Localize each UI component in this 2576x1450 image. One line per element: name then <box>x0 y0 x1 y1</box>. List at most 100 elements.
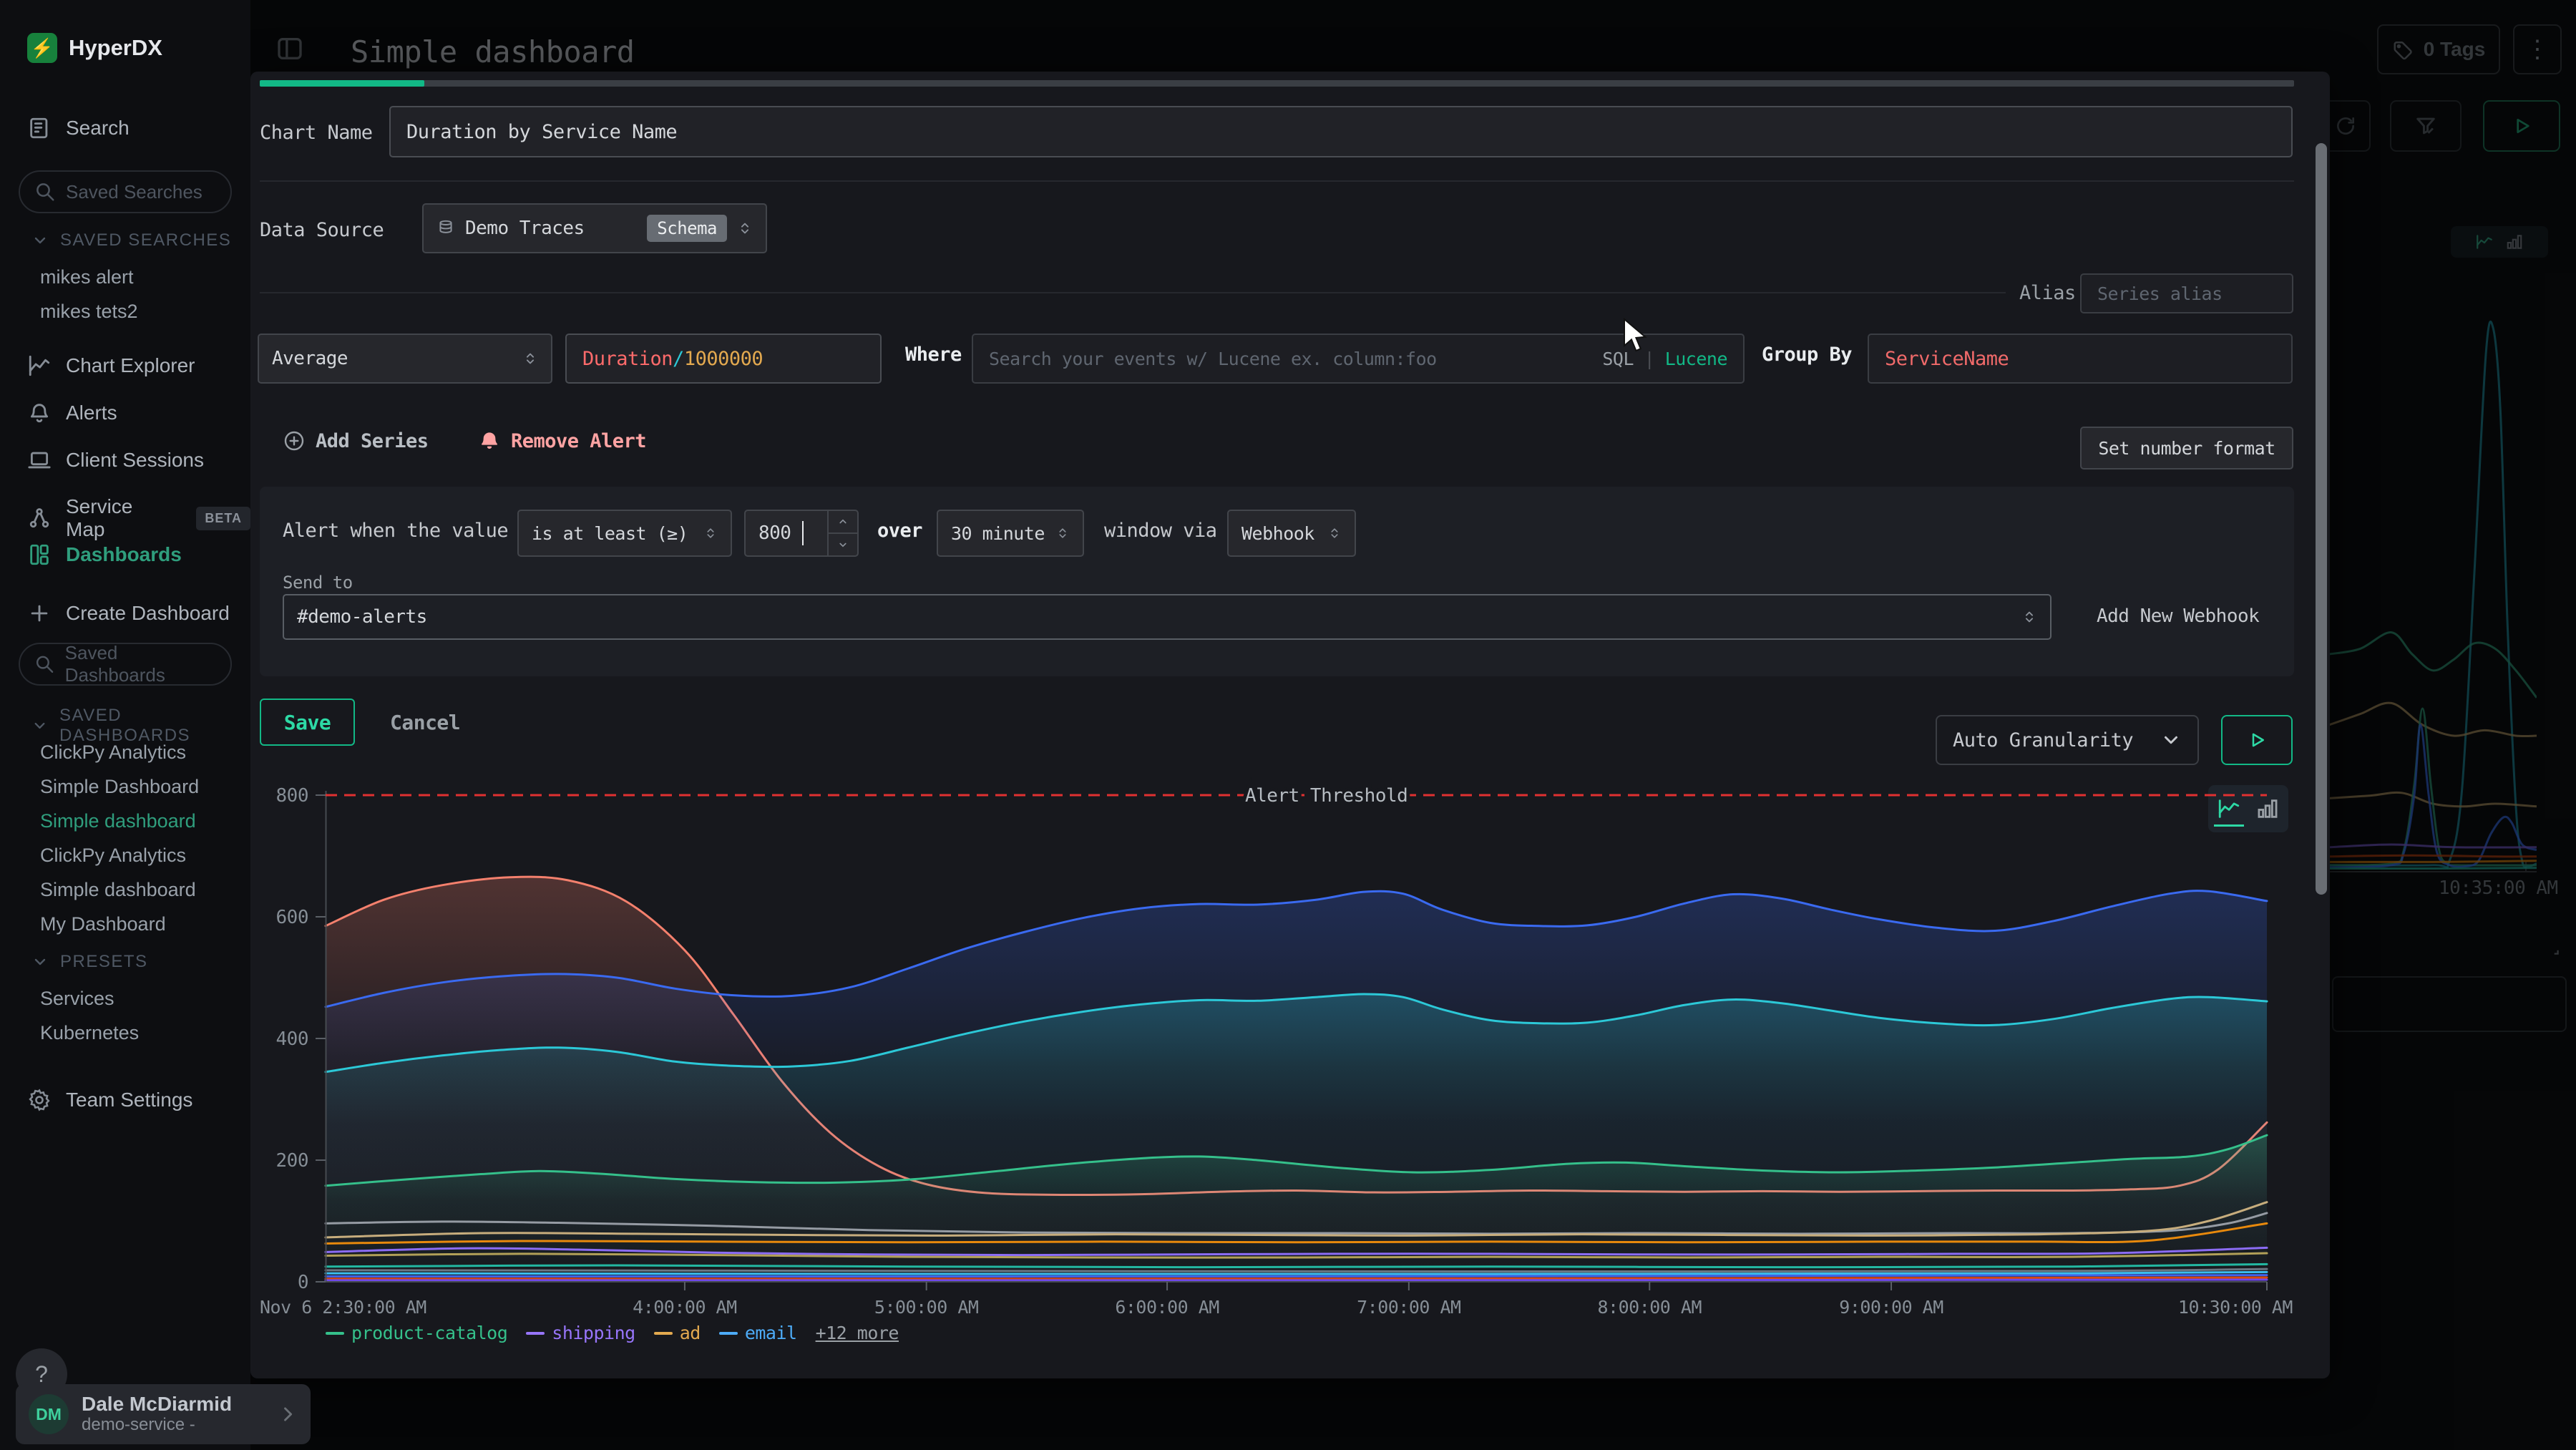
aggregation-value: Average <box>272 348 348 369</box>
set-number-format-button[interactable]: Set number format <box>2080 427 2293 469</box>
aggregation-select[interactable]: Average <box>258 334 552 384</box>
plus-icon <box>27 601 52 626</box>
dashboard-item[interactable]: Simple Dashboard <box>40 776 199 798</box>
svg-text:7:00:00 AM: 7:00:00 AM <box>1357 1297 1461 1318</box>
svg-text:600: 600 <box>276 907 308 928</box>
group-by-label: Group By <box>1762 344 1852 366</box>
schema-badge: Schema <box>647 215 727 242</box>
alert-channel-select[interactable]: Webhook <box>1227 510 1356 557</box>
dashboard-item[interactable]: ClickPy Analytics <box>40 741 186 764</box>
dashboard-item[interactable]: My Dashboard <box>40 913 166 935</box>
saved-search-item[interactable]: mikes alert <box>40 266 134 288</box>
save-button[interactable]: Save <box>260 699 355 746</box>
selector-icon <box>1055 526 1070 540</box>
add-series-button[interactable]: Add Series <box>283 429 429 452</box>
duration-chart[interactable]: 0200400600800Nov 6 2:30:00 AM4:00:00 AM5… <box>326 785 2267 1286</box>
chart-legend[interactable]: product-catalog shipping ad email +12 more <box>326 1323 899 1343</box>
chevron-down-icon <box>31 232 49 249</box>
field-token: / <box>673 348 684 370</box>
alert-via-label: window via <box>1104 520 1217 542</box>
chevron-up-icon[interactable] <box>836 515 849 528</box>
webhook-select[interactable]: #demo-alerts <box>283 594 2051 640</box>
saved-searches-input[interactable]: Saved Searches <box>19 170 232 213</box>
sidebar-item-alerts[interactable]: Alerts <box>27 401 117 425</box>
alert-prefix: Alert when the value <box>283 520 508 542</box>
granularity-select[interactable]: Auto Granularity <box>1936 715 2199 765</box>
sidebar-item-label: Chart Explorer <box>66 354 195 377</box>
query-language-toggle[interactable]: SQL | Lucene <box>1602 349 1727 369</box>
data-source-label: Data Source <box>260 219 384 241</box>
logo[interactable]: ⚡ HyperDX <box>27 33 162 63</box>
sidebar-item-client-sessions[interactable]: Client Sessions <box>27 448 204 472</box>
svg-text:6:00:00 AM: 6:00:00 AM <box>1115 1297 1219 1318</box>
alert-threshold-input[interactable]: 800 <box>744 510 859 557</box>
legend-label: email <box>745 1323 797 1343</box>
cancel-button[interactable]: Cancel <box>390 699 460 746</box>
legend-swatch <box>654 1332 673 1335</box>
legend-label: +12 more <box>816 1323 899 1343</box>
laptop-icon <box>27 448 52 472</box>
field-expression-value: Duration/1000000 <box>582 348 763 370</box>
selector-icon <box>2021 609 2037 625</box>
selector-icon <box>737 220 753 236</box>
dashboard-item[interactable]: ClickPy Analytics <box>40 845 186 867</box>
remove-alert-button[interactable]: Remove Alert <box>478 429 646 452</box>
add-series-label: Add Series <box>316 430 429 452</box>
divider <box>260 180 2294 182</box>
alert-condition-select[interactable]: is at least (≥) <box>517 510 732 557</box>
modal-scrollbar[interactable] <box>2316 143 2327 895</box>
saved-searches-heading[interactable]: SAVED SEARCHES <box>31 230 231 250</box>
alert-window-select[interactable]: 30 minute <box>937 510 1084 557</box>
data-source-select[interactable]: Demo Traces Schema <box>422 203 767 253</box>
remove-alert-label: Remove Alert <box>511 430 646 452</box>
sidebar-item-label: Search <box>66 117 130 140</box>
presets-heading[interactable]: PRESETS <box>31 952 148 972</box>
dashboard-item-active[interactable]: Simple dashboard <box>40 810 196 832</box>
progress-bar <box>260 80 2294 87</box>
alert-over-label: over <box>877 520 922 542</box>
chevron-down-icon[interactable] <box>836 538 849 551</box>
saved-dashboards-input[interactable]: Saved Dashboards <box>19 643 232 686</box>
run-chart-button[interactable] <box>2221 715 2293 765</box>
progress-bar-fill <box>260 80 424 87</box>
sidebar-item-search[interactable]: Search <box>27 116 130 140</box>
sidebar-item-dashboards[interactable]: Dashboards <box>27 542 182 567</box>
saved-searches-heading-label: SAVED SEARCHES <box>60 230 231 250</box>
sidebar-item-label: Client Sessions <box>66 449 204 472</box>
webhook-value: #demo-alerts <box>297 606 427 628</box>
sidebar-item-team-settings[interactable]: Team Settings <box>27 1088 192 1112</box>
legend-item[interactable]: email <box>719 1323 797 1343</box>
legend-item[interactable]: +12 more <box>816 1323 899 1343</box>
user-card[interactable]: DM Dale McDiarmid demo-service - <box>16 1384 311 1444</box>
saved-dashboards-heading[interactable]: SAVED DASHBOARDS <box>31 706 250 746</box>
lucene-toggle[interactable]: Lucene <box>1665 349 1727 369</box>
legend-swatch <box>526 1332 545 1335</box>
data-source-value: Demo Traces <box>465 218 585 239</box>
preset-item[interactable]: Kubernetes <box>40 1022 139 1044</box>
user-subtitle: demo-service - <box>82 1415 232 1435</box>
sidebar-item-chart-explorer[interactable]: Chart Explorer <box>27 354 195 378</box>
group-by-input[interactable]: ServiceName <box>1868 334 2293 384</box>
chevron-down-icon <box>31 717 48 734</box>
preset-item[interactable]: Services <box>40 988 114 1010</box>
legend-item[interactable]: shipping <box>526 1323 635 1343</box>
sidebar-item-service-map[interactable]: Service Map BETA <box>27 495 250 541</box>
add-new-webhook-link[interactable]: Add New Webhook <box>2097 605 2259 627</box>
chart-name-input[interactable]: Duration by Service Name <box>389 106 2293 157</box>
number-stepper[interactable] <box>827 511 857 555</box>
dashboard-item[interactable]: Simple dashboard <box>40 879 196 901</box>
saved-search-item[interactable]: mikes tets2 <box>40 301 138 323</box>
field-token: Duration <box>582 348 673 370</box>
circle-plus-icon <box>283 429 306 452</box>
svg-text:8:00:00 AM: 8:00:00 AM <box>1598 1297 1702 1318</box>
svg-text:800: 800 <box>276 785 308 807</box>
field-expression-input[interactable]: Duration/1000000 <box>565 334 882 384</box>
legend-item[interactable]: ad <box>654 1323 701 1343</box>
search-icon <box>34 181 56 203</box>
chevron-down-icon <box>2160 729 2182 751</box>
alias-input[interactable]: Series alias <box>2080 273 2293 313</box>
legend-item[interactable]: product-catalog <box>326 1323 507 1343</box>
create-dashboard-button[interactable]: Create Dashboard <box>27 601 230 626</box>
search-icon <box>34 653 55 675</box>
svg-text:10:30:00 AM: 10:30:00 AM <box>2178 1297 2293 1318</box>
